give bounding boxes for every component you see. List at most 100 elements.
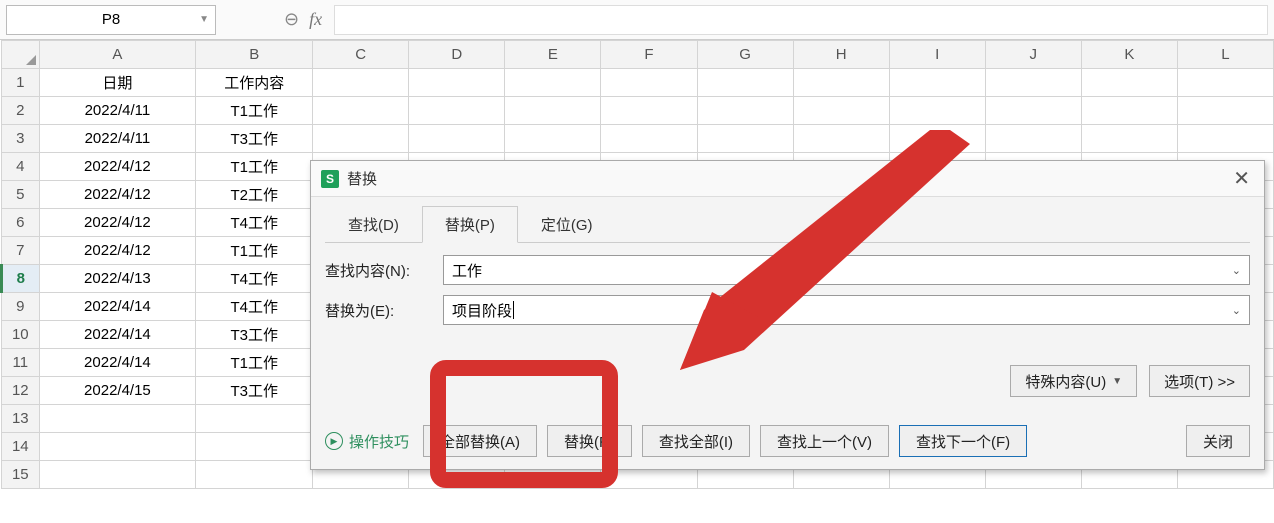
cell[interactable] xyxy=(505,97,601,125)
cell[interactable] xyxy=(889,69,985,97)
cell[interactable]: T3工作 xyxy=(196,321,313,349)
cell[interactable]: 工作内容 xyxy=(196,69,313,97)
cell[interactable]: 2022/4/14 xyxy=(39,293,196,321)
row-header[interactable]: 7 xyxy=(2,237,40,265)
cell[interactable]: 日期 xyxy=(39,69,196,97)
cell[interactable] xyxy=(196,405,313,433)
replace-input[interactable]: 项目阶段 ⌄ xyxy=(443,295,1250,325)
cell[interactable] xyxy=(697,125,793,153)
row-header[interactable]: 13 xyxy=(2,405,40,433)
replace-all-button[interactable]: 全部替换(A) xyxy=(423,425,537,457)
row-header[interactable]: 2 xyxy=(2,97,40,125)
special-content-button[interactable]: 特殊内容(U) ▼ xyxy=(1010,365,1137,397)
cell[interactable]: T1工作 xyxy=(196,237,313,265)
cell[interactable] xyxy=(39,461,196,489)
find-next-button[interactable]: 查找下一个(F) xyxy=(899,425,1027,457)
options-button[interactable]: 选项(T) >> xyxy=(1149,365,1250,397)
cell[interactable]: T4工作 xyxy=(196,265,313,293)
cell[interactable] xyxy=(697,97,793,125)
cell[interactable]: 2022/4/12 xyxy=(39,153,196,181)
select-all-corner[interactable] xyxy=(2,41,40,69)
row-header[interactable]: 8 xyxy=(2,265,40,293)
cell[interactable] xyxy=(1081,69,1177,97)
cell[interactable]: T3工作 xyxy=(196,377,313,405)
cell[interactable] xyxy=(409,69,505,97)
row-header[interactable]: 15 xyxy=(2,461,40,489)
cell[interactable] xyxy=(985,125,1081,153)
row-header[interactable]: 1 xyxy=(2,69,40,97)
cell[interactable] xyxy=(889,125,985,153)
cell[interactable] xyxy=(601,125,697,153)
cell[interactable] xyxy=(985,97,1081,125)
cell[interactable]: T1工作 xyxy=(196,349,313,377)
cell[interactable]: 2022/4/11 xyxy=(39,125,196,153)
chevron-down-icon[interactable]: ⌄ xyxy=(1232,304,1241,317)
cell[interactable] xyxy=(1177,97,1273,125)
replace-button[interactable]: 替换(R) xyxy=(547,425,632,457)
cell[interactable] xyxy=(39,433,196,461)
cell[interactable]: T3工作 xyxy=(196,125,313,153)
cell[interactable] xyxy=(196,461,313,489)
cell[interactable] xyxy=(697,69,793,97)
close-button[interactable]: 关闭 xyxy=(1186,425,1250,457)
column-header[interactable]: D xyxy=(409,41,505,69)
row-header[interactable]: 10 xyxy=(2,321,40,349)
tab-replace[interactable]: 替换(P) xyxy=(422,206,518,243)
cell[interactable] xyxy=(1177,69,1273,97)
cell[interactable] xyxy=(313,69,409,97)
row-header[interactable]: 5 xyxy=(2,181,40,209)
cell[interactable] xyxy=(793,97,889,125)
fx-label[interactable]: fx xyxy=(309,9,322,30)
cell[interactable] xyxy=(196,433,313,461)
row-header[interactable]: 6 xyxy=(2,209,40,237)
cell[interactable]: 2022/4/12 xyxy=(39,209,196,237)
cell[interactable] xyxy=(985,69,1081,97)
cell[interactable] xyxy=(39,405,196,433)
cell[interactable] xyxy=(889,97,985,125)
column-header[interactable]: A xyxy=(39,41,196,69)
cell[interactable]: T4工作 xyxy=(196,293,313,321)
cell[interactable] xyxy=(505,125,601,153)
cell[interactable] xyxy=(793,125,889,153)
formula-input[interactable] xyxy=(334,5,1268,35)
name-box[interactable]: P8 ▼ xyxy=(6,5,216,35)
row-header[interactable]: 9 xyxy=(2,293,40,321)
cell[interactable] xyxy=(1081,125,1177,153)
tab-find[interactable]: 查找(D) xyxy=(325,206,422,243)
cell[interactable] xyxy=(505,69,601,97)
row-header[interactable]: 12 xyxy=(2,377,40,405)
column-header[interactable]: L xyxy=(1177,41,1273,69)
column-header[interactable]: E xyxy=(505,41,601,69)
find-all-button[interactable]: 查找全部(I) xyxy=(642,425,750,457)
column-header[interactable]: B xyxy=(196,41,313,69)
cancel-icon[interactable]: ⊖ xyxy=(284,9,299,30)
cell[interactable] xyxy=(409,125,505,153)
cell[interactable]: T1工作 xyxy=(196,97,313,125)
cell[interactable] xyxy=(313,125,409,153)
cell[interactable]: T4工作 xyxy=(196,209,313,237)
cell[interactable]: 2022/4/12 xyxy=(39,237,196,265)
name-box-dropdown-icon[interactable]: ▼ xyxy=(199,14,209,25)
dialog-titlebar[interactable]: S 替换 ✕ xyxy=(311,161,1264,197)
column-header[interactable]: F xyxy=(601,41,697,69)
cell[interactable]: 2022/4/14 xyxy=(39,321,196,349)
column-header[interactable]: I xyxy=(889,41,985,69)
cell[interactable]: 2022/4/15 xyxy=(39,377,196,405)
tab-goto[interactable]: 定位(G) xyxy=(518,206,616,243)
row-header[interactable]: 14 xyxy=(2,433,40,461)
column-header[interactable]: J xyxy=(985,41,1081,69)
close-icon[interactable]: ✕ xyxy=(1229,166,1254,191)
cell[interactable] xyxy=(313,97,409,125)
cell[interactable]: 2022/4/12 xyxy=(39,181,196,209)
row-header[interactable]: 4 xyxy=(2,153,40,181)
cell[interactable]: T2工作 xyxy=(196,181,313,209)
tips-link[interactable]: ▶ 操作技巧 xyxy=(325,431,409,452)
cell[interactable]: 2022/4/13 xyxy=(39,265,196,293)
column-header[interactable]: H xyxy=(793,41,889,69)
find-prev-button[interactable]: 查找上一个(V) xyxy=(760,425,889,457)
cell[interactable]: 2022/4/11 xyxy=(39,97,196,125)
column-header[interactable]: K xyxy=(1081,41,1177,69)
cell[interactable] xyxy=(601,97,697,125)
cell[interactable] xyxy=(1081,97,1177,125)
column-header[interactable]: G xyxy=(697,41,793,69)
